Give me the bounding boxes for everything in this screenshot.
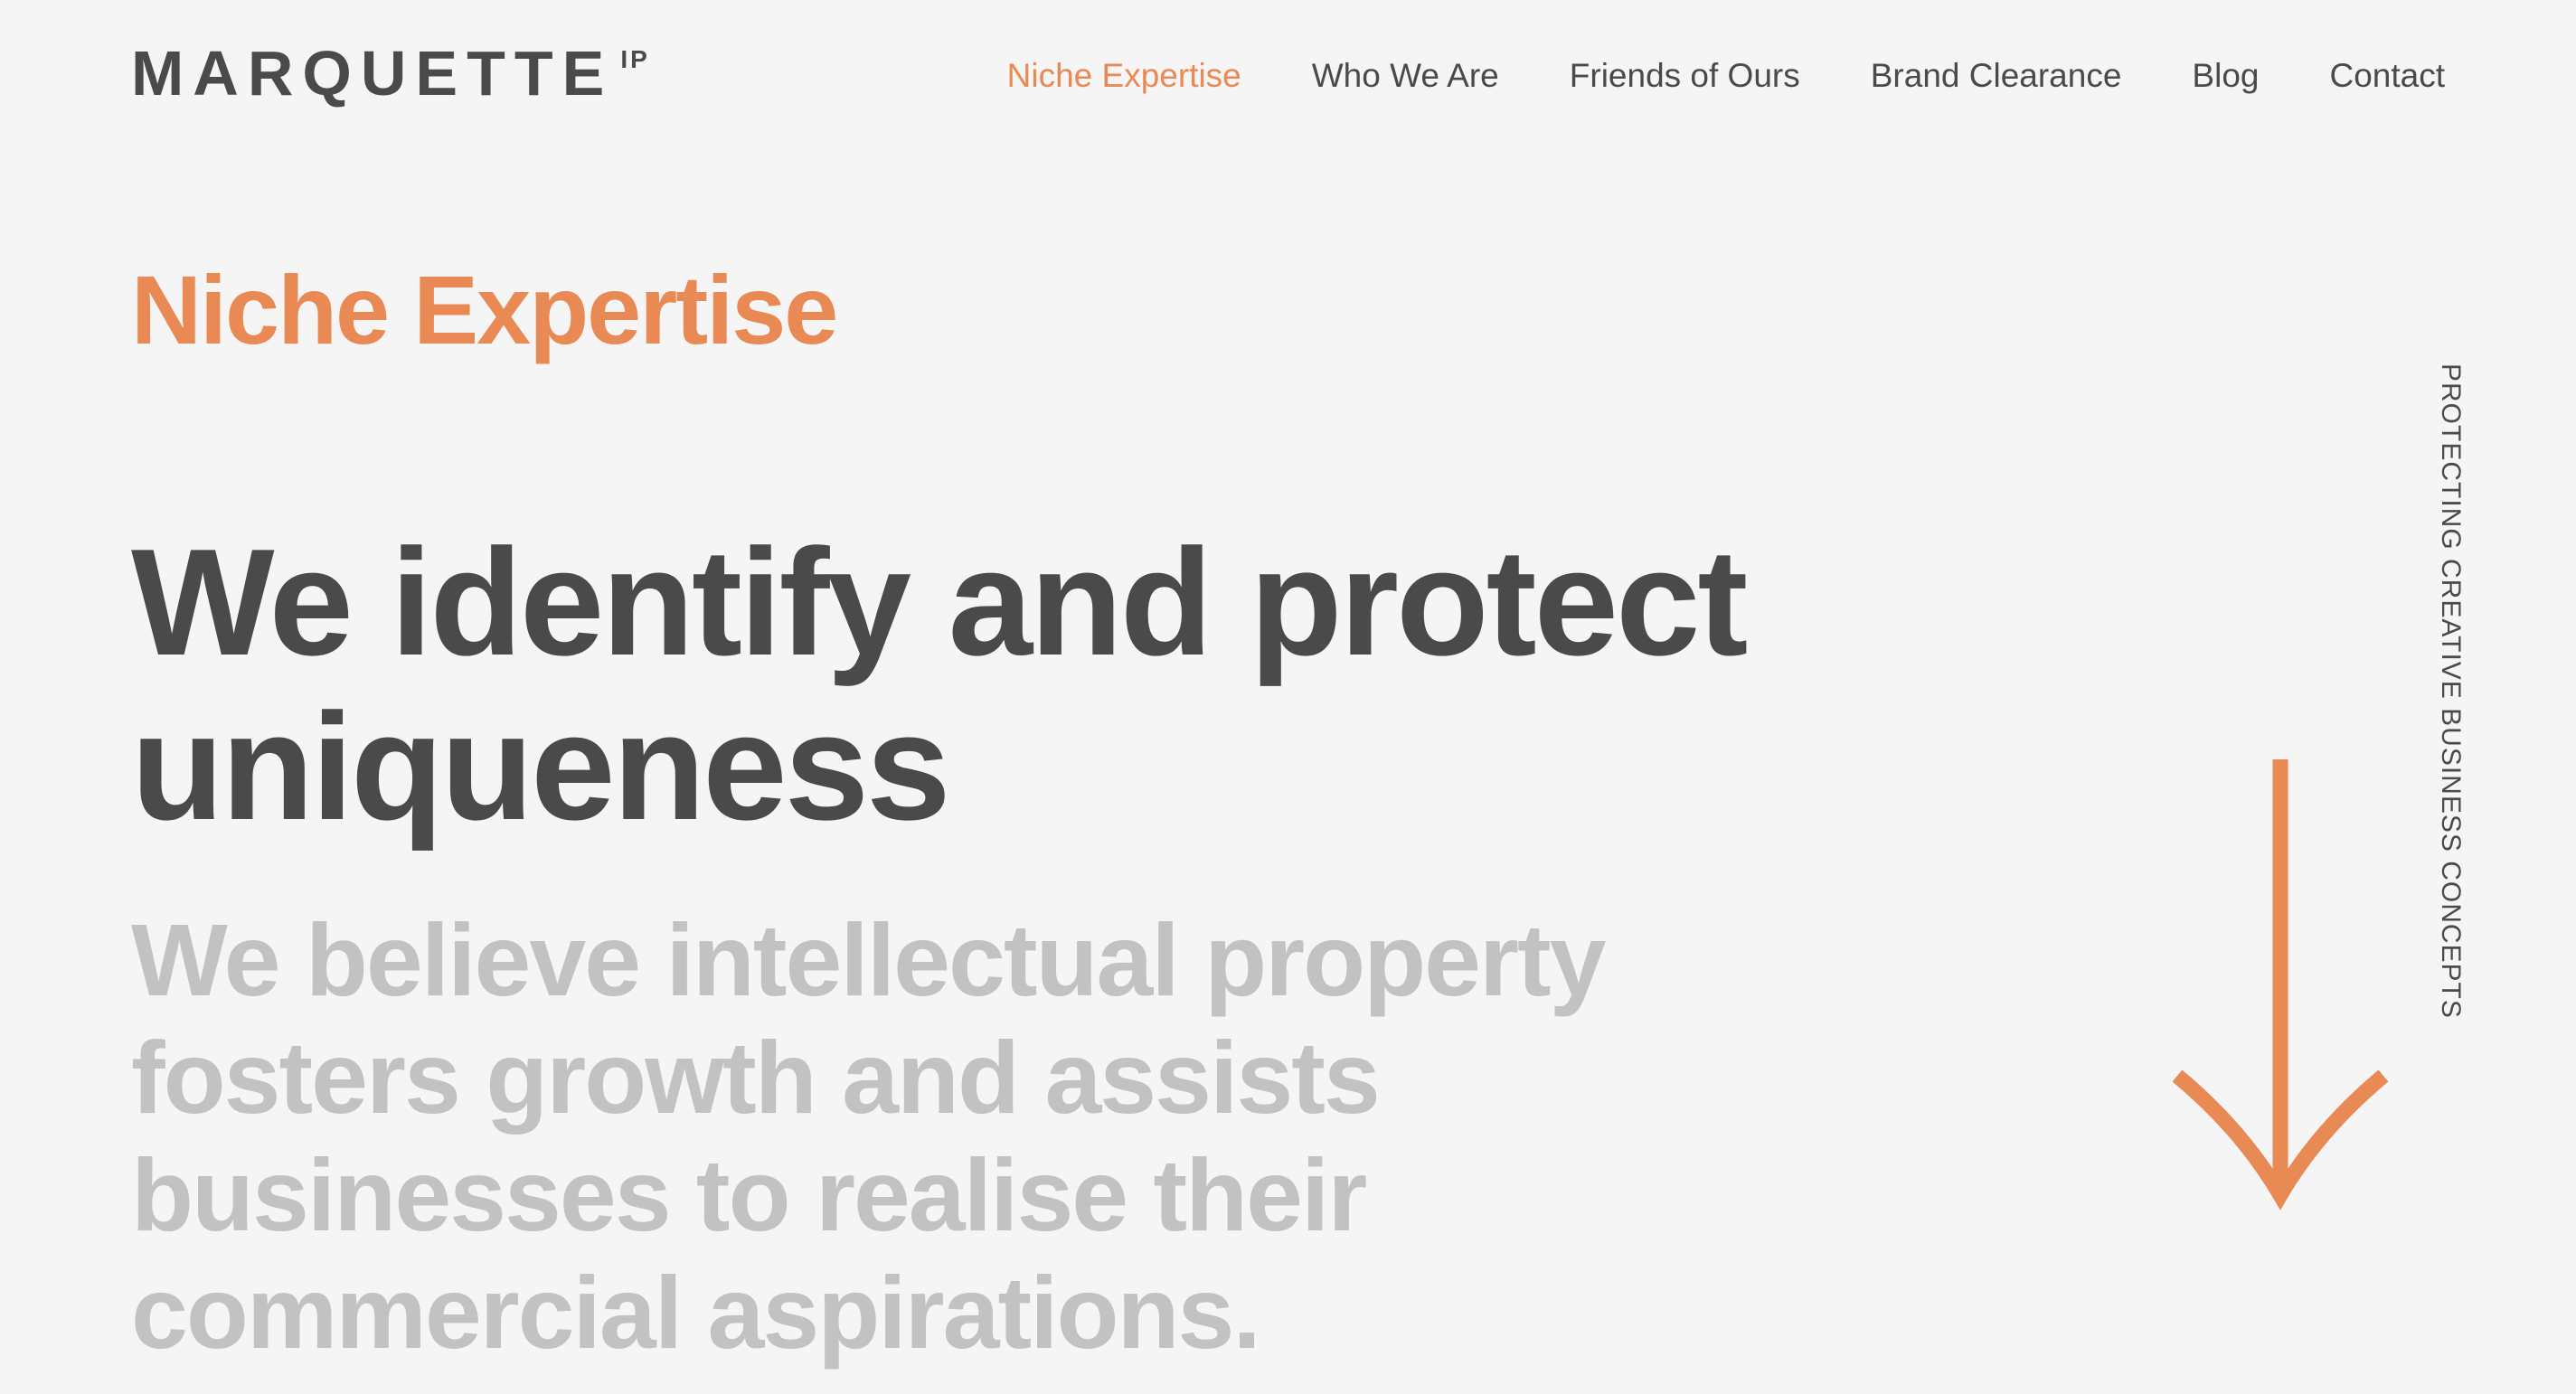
page: MARQUETTE IP Niche Expertise Who We Are …	[0, 0, 2576, 1394]
headline: We identify and protect uniqueness	[131, 517, 1748, 852]
nav-item-blog[interactable]: Blog	[2192, 52, 2259, 99]
nav-item-contact[interactable]: Contact	[2329, 52, 2445, 99]
vertical-tagline: PROTECTING CREATIVE BUSINESS CONCEPTS	[2436, 363, 2466, 1019]
nav-item-brand-clearance[interactable]: Brand Clearance	[1871, 52, 2122, 99]
intro-paragraph: We believe intellectual property fosters…	[131, 903, 1606, 1370]
section-title: Niche Expertise	[131, 255, 838, 364]
nav-item-friends-of-ours[interactable]: Friends of Ours	[1570, 52, 1800, 99]
main-nav: Niche Expertise Who We Are Friends of Ou…	[1007, 52, 2445, 99]
logo-superscript: IP	[620, 45, 650, 73]
nav-item-who-we-are[interactable]: Who We Are	[1312, 52, 1499, 99]
logo[interactable]: MARQUETTE IP	[131, 38, 650, 108]
nav-item-niche-expertise[interactable]: Niche Expertise	[1007, 52, 1241, 99]
logo-text: MARQUETTE	[131, 38, 614, 108]
arrow-down-icon[interactable]	[2161, 759, 2405, 1211]
